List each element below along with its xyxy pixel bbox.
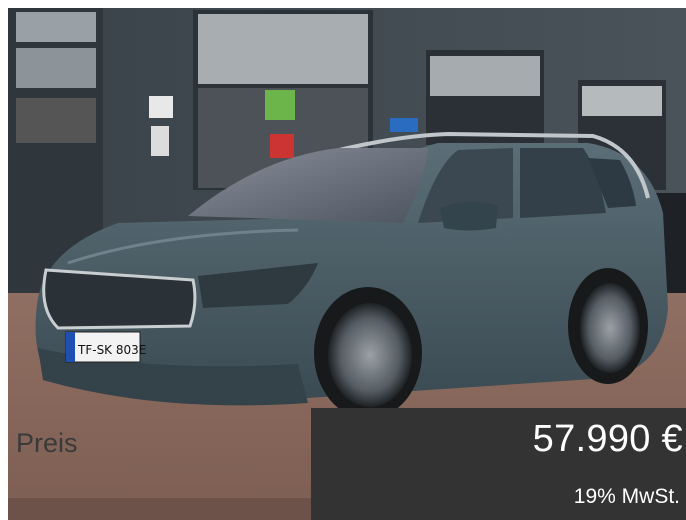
license-plate-text: TF-SK 803E xyxy=(77,343,146,357)
tax-note: 19% MwSt. xyxy=(573,485,680,508)
price-label: Preis xyxy=(16,428,78,458)
listing-price-card: TF-SK 803E Preis 57.990 € 19% MwSt. xyxy=(0,0,686,520)
price-box: 57.990 € 19% MwSt. xyxy=(311,408,686,520)
price-amount: 57.990 € xyxy=(532,418,683,460)
